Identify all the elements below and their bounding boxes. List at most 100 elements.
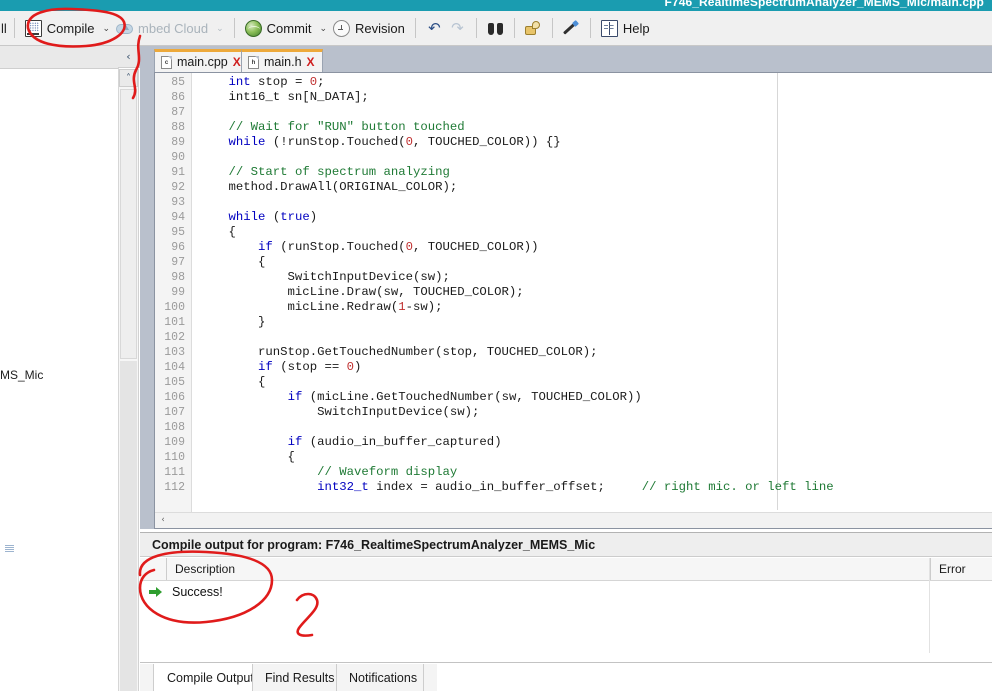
redo-icon: ↷ bbox=[451, 18, 464, 37]
code-line: 109 if (audio_in_buffer_captured) bbox=[155, 435, 992, 450]
code-line: 94 while (true) bbox=[155, 210, 992, 225]
code-line-text: if (audio_in_buffer_captured) bbox=[287, 435, 502, 449]
paint-icon bbox=[524, 20, 542, 37]
code-line: 85 int stop = 0; bbox=[155, 75, 992, 90]
compile-output-panel: Compile output for program: F746_Realtim… bbox=[140, 532, 992, 691]
scrollbar-thumb[interactable] bbox=[120, 89, 137, 359]
code-line: 93 bbox=[155, 195, 992, 210]
toolbar-separator bbox=[513, 18, 515, 38]
code-line-text: SwitchInputDevice(sw); bbox=[199, 270, 450, 284]
tab-find-results[interactable]: Find Results bbox=[252, 664, 348, 691]
editor-area: c main.cpp X h main.h X 85 int stop = 0;… bbox=[140, 46, 992, 529]
compile-button[interactable]: Compile ⌄ bbox=[22, 18, 113, 39]
tab-compile-output[interactable]: Compile Output bbox=[154, 664, 266, 691]
line-number: 94 bbox=[171, 211, 185, 224]
code-line: 100 micLine.Redraw(1-sw); bbox=[155, 300, 992, 315]
line-number: 107 bbox=[164, 406, 185, 419]
globe-icon bbox=[244, 19, 262, 37]
redo-button[interactable]: ↷ bbox=[446, 18, 469, 39]
toolbar-separator bbox=[475, 18, 477, 38]
code-line-text: // Waveform display bbox=[317, 465, 458, 479]
close-icon[interactable]: X bbox=[307, 55, 315, 69]
toolbar-separator bbox=[551, 18, 553, 38]
cpp-file-icon: c bbox=[161, 55, 172, 69]
toolbar-separator bbox=[414, 18, 416, 38]
code-line-text: micLine.Redraw(1-sw); bbox=[199, 300, 443, 314]
code-line: 111 // Waveform display bbox=[155, 465, 992, 480]
code-line: 87 bbox=[155, 105, 992, 120]
book-icon bbox=[600, 19, 618, 37]
green-arrow-icon bbox=[149, 587, 163, 598]
code-line: 102 bbox=[155, 330, 992, 345]
editor-tabstrip: c main.cpp X h main.h X bbox=[140, 46, 992, 72]
code-line: 95 { bbox=[155, 225, 992, 240]
collapse-panel-button[interactable]: ‹ bbox=[118, 46, 140, 68]
line-number: 95 bbox=[171, 226, 185, 239]
code-line: 99 micLine.Draw(sw, TOUCHED_COLOR); bbox=[155, 285, 992, 300]
tab-notifications[interactable]: Notifications bbox=[336, 664, 431, 691]
code-line-text: } bbox=[199, 315, 266, 329]
splitter-grip[interactable] bbox=[5, 545, 14, 553]
code-line: 104 if (stop == 0) bbox=[155, 360, 992, 375]
code-line-text: while (true) bbox=[228, 210, 318, 224]
code-line-text: if (stop == 0) bbox=[258, 360, 362, 374]
scroll-up-button[interactable]: ˄ bbox=[119, 69, 138, 87]
header-file-icon: h bbox=[248, 55, 259, 69]
code-line-text: micLine.Draw(sw, TOUCHED_COLOR); bbox=[199, 285, 524, 299]
editor-horizontal-scrollbar[interactable]: ‹ bbox=[155, 512, 992, 528]
code-line-text: // Wait for "RUN" button touched bbox=[228, 120, 465, 134]
line-number: 102 bbox=[164, 331, 185, 344]
scrollbar-track[interactable] bbox=[120, 361, 137, 691]
output-tabstrip: Compile Output Find Results Notification… bbox=[140, 662, 992, 691]
code-line: 105 { bbox=[155, 375, 992, 390]
program-tree-truncated-item[interactable]: MS_Mic bbox=[0, 368, 43, 382]
undo-button[interactable]: ↶ bbox=[423, 18, 446, 39]
cloud-upload-icon bbox=[116, 20, 134, 37]
mbed-cloud-button[interactable]: mbed Cloud ⌄ bbox=[113, 18, 227, 39]
chevron-down-icon[interactable]: ⌄ bbox=[319, 23, 327, 34]
code-line-text: { bbox=[199, 375, 266, 389]
code-editor[interactable]: 85 int stop = 0; 86 int16_t sn[N_DATA]; 87… bbox=[154, 72, 992, 529]
format-button[interactable] bbox=[522, 18, 545, 39]
column-header-error[interactable]: Error bbox=[930, 558, 992, 580]
close-icon[interactable]: X bbox=[233, 55, 241, 69]
commit-button[interactable]: Commit ⌄ bbox=[242, 18, 330, 39]
line-number: 90 bbox=[171, 151, 185, 164]
line-number: 96 bbox=[171, 241, 185, 254]
tabstrip-right-stub bbox=[423, 664, 437, 691]
code-line: 96 if (runStop.Touched(0, TOUCHED_COLOR)… bbox=[155, 240, 992, 255]
find-button[interactable] bbox=[484, 18, 507, 39]
code-line-text: if (runStop.Touched(0, TOUCHED_COLOR)) bbox=[258, 240, 539, 254]
line-number: 106 bbox=[164, 391, 185, 404]
line-number: 86 bbox=[171, 91, 185, 104]
code-line-text: while (!runStop.Touched(0, TOUCHED_COLOR… bbox=[228, 135, 561, 149]
editor-tab-main-h[interactable]: h main.h X bbox=[241, 49, 323, 72]
editor-tab-main-cpp[interactable]: c main.cpp X bbox=[154, 49, 249, 72]
main-toolbar: ll Compile ⌄ mbed Cloud ⌄ Commit ⌄ Revis… bbox=[0, 11, 992, 46]
help-button[interactable]: Help bbox=[598, 18, 653, 39]
line-number: 103 bbox=[164, 346, 185, 359]
code-text[interactable]: 85 int stop = 0; 86 int16_t sn[N_DATA]; 87… bbox=[155, 75, 992, 528]
compile-button-label: Compile bbox=[46, 20, 95, 36]
line-number: 104 bbox=[164, 361, 185, 374]
line-number: 105 bbox=[164, 376, 185, 389]
code-line-text: if (micLine.GetTouchedNumber(sw, TOUCHED… bbox=[287, 390, 642, 404]
chevron-down-icon[interactable]: ⌄ bbox=[102, 23, 110, 34]
scroll-left-button[interactable]: ‹ bbox=[156, 513, 170, 527]
code-line: 110 { bbox=[155, 450, 992, 465]
output-row-description: Success! bbox=[172, 585, 223, 599]
chevron-down-icon[interactable]: ⌄ bbox=[216, 23, 224, 34]
column-header-description[interactable]: Description bbox=[166, 558, 926, 580]
code-line: 107 SwitchInputDevice(sw); bbox=[155, 405, 992, 420]
line-number: 91 bbox=[171, 166, 185, 179]
line-number: 92 bbox=[171, 181, 185, 194]
workspace-scrollbar[interactable]: ˄ bbox=[119, 69, 139, 691]
magic-wand-button[interactable] bbox=[560, 18, 583, 39]
commit-button-label: Commit bbox=[266, 20, 312, 36]
line-number: 87 bbox=[171, 106, 185, 119]
output-row-success[interactable]: Success! bbox=[140, 582, 992, 602]
undo-icon: ↶ bbox=[428, 18, 441, 37]
revision-button[interactable]: Revision bbox=[330, 18, 408, 39]
editor-tab-label: main.h bbox=[264, 55, 302, 69]
line-number: 99 bbox=[171, 286, 185, 299]
